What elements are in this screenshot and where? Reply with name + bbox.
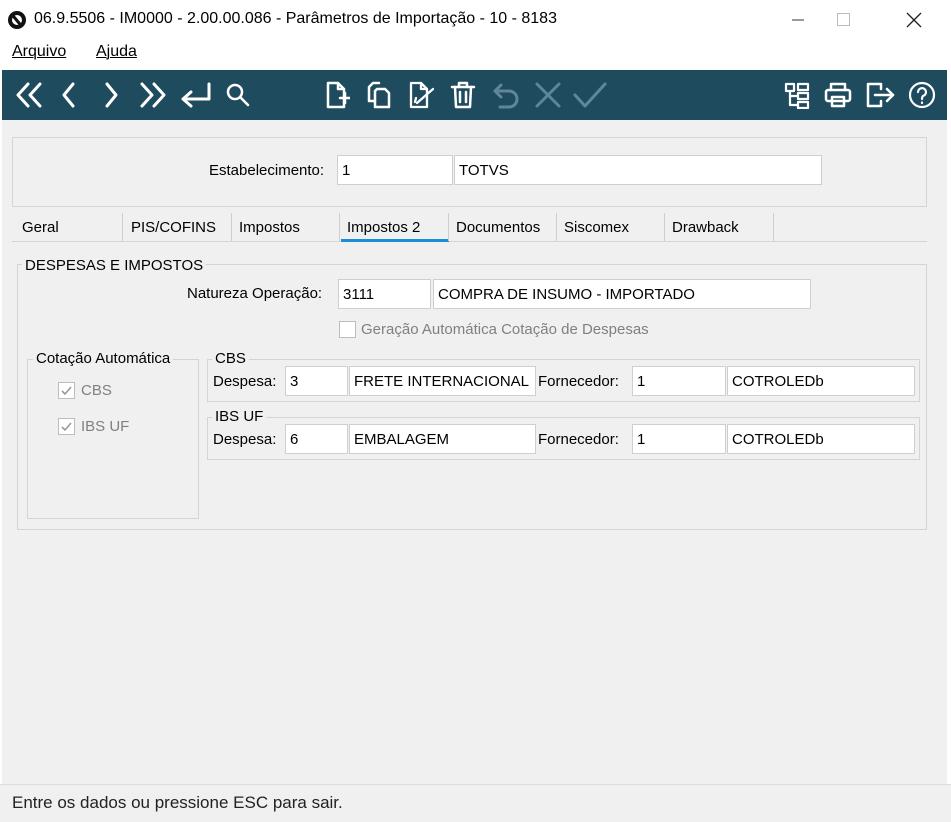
close-icon[interactable] [891, 0, 937, 40]
tab-separator [448, 213, 449, 241]
cbs-expense-label: Despesa: [213, 373, 277, 390]
cbs-checkbox-label: CBS [81, 382, 112, 399]
ibs-supplier-label: Fornecedor: [538, 431, 619, 448]
cbs-expense-desc-field: FRETE INTERNACIONAL [349, 366, 536, 396]
nature-desc-field: COMPRA DE INSUMO - IMPORTADO [433, 279, 811, 309]
exit-icon[interactable] [862, 70, 898, 120]
active-tab-indicator [341, 239, 449, 242]
copy-record-icon[interactable] [362, 70, 396, 120]
tab-separator [122, 213, 123, 241]
menu-bar [0, 40, 951, 68]
ibs-expense-desc-field: EMBALAGEM [349, 424, 536, 454]
edit-record-icon[interactable] [404, 70, 438, 120]
delete-icon[interactable] [446, 70, 480, 120]
nature-code-field[interactable]: 3111 [338, 279, 431, 309]
tab-siscomex[interactable]: Siscomex [564, 219, 629, 236]
auto-quote-checkbox[interactable] [339, 321, 356, 338]
cbs-checkbox[interactable] [58, 382, 75, 399]
last-record-icon[interactable] [134, 70, 172, 120]
tab-separator [664, 213, 665, 241]
next-record-icon[interactable] [94, 70, 128, 120]
tab-separator [339, 213, 340, 241]
nature-label: Natureza Operação: [187, 285, 323, 302]
tree-icon[interactable] [780, 70, 814, 120]
cbs-supplier-code-field[interactable]: 1 [632, 366, 726, 396]
tab-drawback[interactable]: Drawback [672, 219, 739, 236]
tab-separator [556, 213, 557, 241]
maximize-icon[interactable] [821, 0, 867, 40]
tab-separator [773, 213, 774, 241]
menu-help[interactable]: Ajuda [96, 43, 137, 61]
tab-pis-cofins[interactable]: PIS/COFINS [131, 219, 216, 236]
tab-impostos[interactable]: Impostos [239, 219, 300, 236]
ibs-supplier-name-field: COTROLEDb [727, 424, 915, 454]
app-logo-icon [8, 11, 26, 29]
expenses-group-title: DESPESAS E IMPOSTOS [22, 257, 207, 274]
establishment-name-field: TOTVS [454, 155, 822, 185]
tab-geral[interactable]: Geral [22, 219, 59, 236]
ibs-supplier-code-field[interactable]: 1 [632, 424, 726, 454]
establishment-code-field[interactable]: 1 [337, 155, 453, 185]
cbs-group-title: CBS [212, 350, 249, 367]
tab-strip-line [12, 241, 927, 242]
ibs-checkbox[interactable] [58, 418, 75, 435]
cbs-supplier-name-field: COTROLEDb [727, 366, 915, 396]
auto-quote-label: Geração Automática Cotação de Despesas [361, 321, 649, 338]
tab-documentos[interactable]: Documentos [456, 219, 540, 236]
cbs-expense-code-field[interactable]: 3 [285, 366, 348, 396]
tab-separator [231, 213, 232, 241]
menu-file[interactable]: Arquivo [12, 43, 66, 61]
establishment-label: Estabelecimento: [209, 162, 325, 179]
tab-impostos-2[interactable]: Impostos 2 [347, 219, 420, 236]
ibs-expense-code-field[interactable]: 6 [285, 424, 348, 454]
search-icon[interactable] [220, 70, 256, 120]
cancel-icon[interactable] [530, 70, 566, 120]
help-icon[interactable] [904, 70, 940, 120]
confirm-icon[interactable] [570, 70, 610, 120]
minimize-icon[interactable] [775, 0, 821, 40]
enter-icon[interactable] [176, 70, 216, 120]
ibs-expense-label: Despesa: [213, 431, 277, 448]
undo-icon[interactable] [488, 70, 524, 120]
first-record-icon[interactable] [10, 70, 48, 120]
ibs-checkbox-label: IBS UF [81, 418, 130, 435]
new-record-icon[interactable] [320, 70, 354, 120]
previous-record-icon[interactable] [52, 70, 86, 120]
auto-quote-group [27, 359, 199, 519]
ibs-group-title: IBS UF [212, 408, 267, 425]
auto-quote-group-title: Cotação Automática [33, 350, 174, 367]
print-icon[interactable] [820, 70, 856, 120]
window-title: 06.9.5506 - IM0000 - 2.00.00.086 - Parâm… [34, 10, 557, 27]
cbs-supplier-label: Fornecedor: [538, 373, 619, 390]
status-message: Entre os dados ou pressione ESC para sai… [12, 793, 343, 812]
